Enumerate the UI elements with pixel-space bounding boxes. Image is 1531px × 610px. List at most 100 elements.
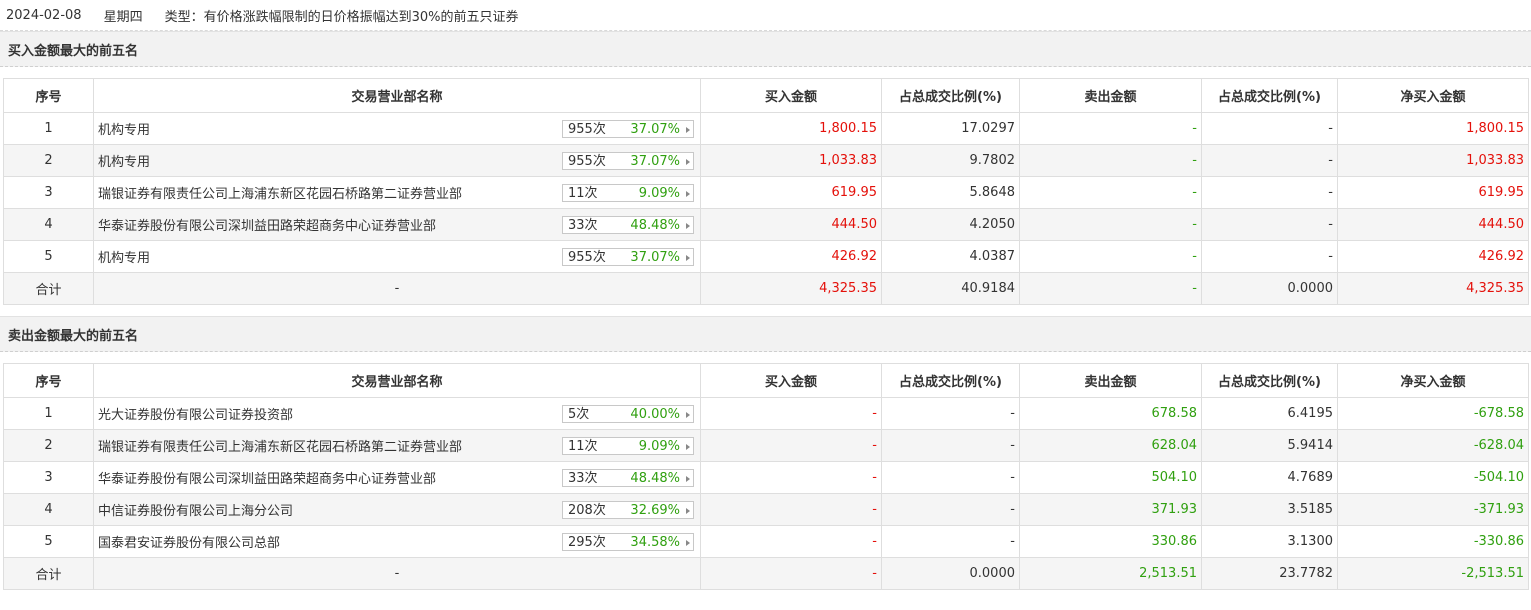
appearance-count: 295次 [568, 535, 606, 550]
col-buy-ratio: 占总成交比例(%) [881, 363, 1020, 398]
success-rate: 37.07% [630, 250, 680, 265]
net-buy-amount: 444.50 [1337, 208, 1529, 241]
branch-name[interactable]: 华泰证券股份有限公司深圳益田路荣超商务中心证券营业部 [98, 468, 436, 487]
sell-table: 序号 交易营业部名称 买入金额 占总成交比例(%) 卖出金额 占总成交比例(%)… [3, 363, 1529, 590]
table-row: 4 华泰证券股份有限公司深圳益田路荣超商务中心证券营业部 33次 48.48% 444.… [3, 208, 1529, 241]
sell-ratio: 3.5185 [1201, 493, 1338, 526]
sell-amount: 678.58 [1019, 397, 1202, 430]
sell-ratio: - [1201, 208, 1338, 241]
branch-stats-badge[interactable]: 5次 40.00% [562, 405, 694, 423]
branch-cell: 国泰君安证券股份有限公司总部 295次 34.58% [93, 525, 701, 558]
sell-table-header: 序号 交易营业部名称 买入金额 占总成交比例(%) 卖出金额 占总成交比例(%)… [3, 363, 1529, 398]
success-rate: 9.09% [638, 439, 680, 454]
branch-cell: 光大证券股份有限公司证券投资部 5次 40.00% [93, 397, 701, 430]
branch-stats-badge[interactable]: 295次 34.58% [562, 533, 694, 551]
total-row: 合计 - -0.0000 2,513.51 23.7782 -2,513.51 [3, 557, 1529, 590]
buy-ratio: 17.0297 [881, 112, 1020, 145]
branch-name[interactable]: 瑞银证券有限责任公司上海浦东新区花园石桥路第二证券营业部 [98, 436, 462, 455]
branch-stats-badge[interactable]: 33次 48.48% [562, 469, 694, 487]
branch-name[interactable]: 机构专用 [98, 247, 150, 266]
branch-name[interactable]: 中信证券股份有限公司上海分公司 [98, 500, 293, 519]
net-buy-amount: 1,800.15 [1337, 112, 1529, 145]
sell-ratio: - [1201, 240, 1338, 273]
col-branch-name: 交易营业部名称 [93, 78, 701, 113]
branch-stats-badge[interactable]: 208次 32.69% [562, 501, 694, 519]
branch-cell: 中信证券股份有限公司上海分公司 208次 32.69% [93, 493, 701, 526]
sell-amount: - [1019, 144, 1202, 177]
sell-amount: - [1019, 112, 1202, 145]
buy-ratio: - [881, 525, 1020, 558]
branch-cell: 瑞银证券有限责任公司上海浦东新区花园石桥路第二证券营业部 11次 9.09% [93, 429, 701, 462]
success-rate: 32.69% [630, 503, 680, 518]
sell-ratio: 5.9414 [1201, 429, 1338, 462]
total-branch: - [93, 557, 701, 590]
appearance-count: 955次 [568, 122, 606, 137]
row-number: 5 [3, 240, 94, 273]
buy-table-header: 序号 交易营业部名称 买入金额 占总成交比例(%) 卖出金额 占总成交比例(%)… [3, 78, 1529, 113]
branch-stats-badge[interactable]: 33次 48.48% [562, 216, 694, 234]
caret-right-icon [686, 191, 690, 197]
table-row: 1 机构专用 955次 37.07% 1,800.15 17.0297- -1,800.15 [3, 112, 1529, 145]
buy-table: 序号 交易营业部名称 买入金额 占总成交比例(%) 卖出金额 占总成交比例(%)… [3, 78, 1529, 305]
total-label: 合计 [3, 272, 94, 305]
sell-ratio: 4.7689 [1201, 461, 1338, 494]
branch-name[interactable]: 机构专用 [98, 151, 150, 170]
branch-stats-badge[interactable]: 11次 9.09% [562, 184, 694, 202]
total-net-buy: 4,325.35 [1337, 272, 1529, 305]
sell-ratio: - [1201, 176, 1338, 209]
appearance-count: 955次 [568, 250, 606, 265]
branch-stats-badge[interactable]: 955次 37.07% [562, 120, 694, 138]
success-rate: 40.00% [630, 407, 680, 422]
branch-name[interactable]: 机构专用 [98, 119, 150, 138]
branch-stats-badge[interactable]: 955次 37.07% [562, 152, 694, 170]
appearance-count: 955次 [568, 154, 606, 169]
success-rate: 37.07% [630, 122, 680, 137]
appearance-count: 33次 [568, 471, 598, 486]
col-net-buy: 净买入金额 [1337, 78, 1529, 113]
table-row: 4 中信证券股份有限公司上海分公司 208次 32.69% - -371.93 3.5185… [3, 493, 1529, 526]
header-bar: 2024-02-08 星期四 类型：有价格涨跌幅限制的日价格振幅达到30%的前五… [0, 0, 1531, 31]
row-number: 2 [3, 429, 94, 462]
branch-stats-badge[interactable]: 955次 37.07% [562, 248, 694, 266]
caret-right-icon [686, 159, 690, 165]
buy-ratio: 4.2050 [881, 208, 1020, 241]
table-row: 2 瑞银证券有限责任公司上海浦东新区花园石桥路第二证券营业部 11次 9.09% - -6… [3, 429, 1529, 462]
sell-amount: 628.04 [1019, 429, 1202, 462]
appearance-count: 11次 [568, 186, 598, 201]
branch-cell: 机构专用 955次 37.07% [93, 112, 701, 145]
success-rate: 37.07% [630, 154, 680, 169]
buy-amount: - [700, 397, 882, 430]
row-number: 5 [3, 525, 94, 558]
net-buy-amount: 619.95 [1337, 176, 1529, 209]
row-number: 4 [3, 208, 94, 241]
buy-ratio: - [881, 493, 1020, 526]
table-row: 1 光大证券股份有限公司证券投资部 5次 40.00% - -678.58 6.4195 -6… [3, 397, 1529, 430]
branch-name[interactable]: 光大证券股份有限公司证券投资部 [98, 404, 293, 423]
row-number: 1 [3, 112, 94, 145]
row-number: 1 [3, 397, 94, 430]
branch-cell: 华泰证券股份有限公司深圳益田路荣超商务中心证券营业部 33次 48.48% [93, 461, 701, 494]
buy-amount: 1,800.15 [700, 112, 882, 145]
sell-ratio: - [1201, 144, 1338, 177]
caret-right-icon [686, 223, 690, 229]
net-buy-amount: -330.86 [1337, 525, 1529, 558]
buy-amount: - [700, 461, 882, 494]
weekday: 星期四 [103, 9, 143, 25]
total-buy-ratio: 40.9184 [881, 272, 1020, 305]
appearance-count: 208次 [568, 503, 606, 518]
row-number: 4 [3, 493, 94, 526]
col-branch-name: 交易营业部名称 [93, 363, 701, 398]
sell-amount: 330.86 [1019, 525, 1202, 558]
branch-stats-badge[interactable]: 11次 9.09% [562, 437, 694, 455]
col-buy-amount: 买入金额 [700, 78, 882, 113]
net-buy-amount: -504.10 [1337, 461, 1529, 494]
col-no: 序号 [3, 78, 94, 113]
branch-name[interactable]: 瑞银证券有限责任公司上海浦东新区花园石桥路第二证券营业部 [98, 183, 462, 202]
total-buy-amount: - [700, 557, 882, 590]
net-buy-amount: -678.58 [1337, 397, 1529, 430]
buy-ratio: 9.7802 [881, 144, 1020, 177]
caret-right-icon [686, 540, 690, 546]
branch-name[interactable]: 华泰证券股份有限公司深圳益田路荣超商务中心证券营业部 [98, 215, 436, 234]
branch-name[interactable]: 国泰君安证券股份有限公司总部 [98, 532, 280, 551]
col-sell-ratio: 占总成交比例(%) [1201, 78, 1338, 113]
